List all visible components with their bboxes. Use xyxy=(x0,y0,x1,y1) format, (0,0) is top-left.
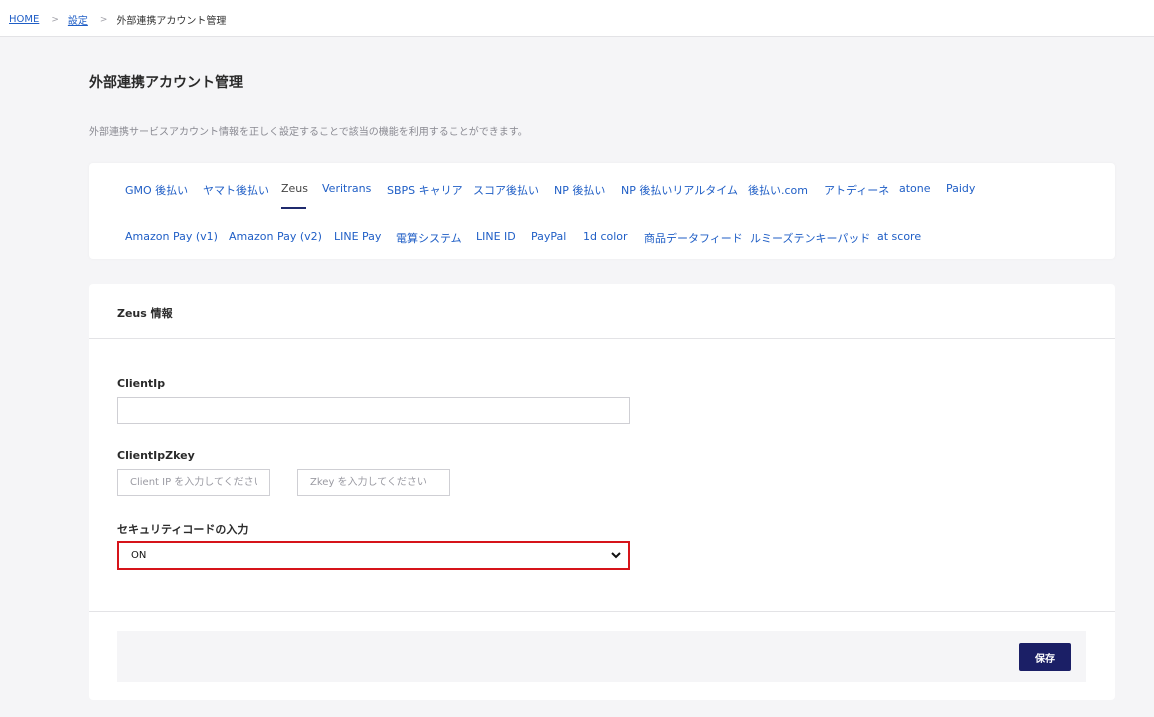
tab-np-atobarai[interactable]: NP 後払い xyxy=(554,182,605,198)
card-divider xyxy=(89,611,1115,612)
tab-at-score[interactable]: at score xyxy=(877,230,921,243)
client-ip-field[interactable] xyxy=(117,469,270,496)
security-code-select[interactable]: ON xyxy=(117,541,630,570)
service-tabs: GMO 後払い ヤマト後払い Zeus Veritrans SBPS キャリア … xyxy=(89,163,1115,259)
tab-gmo-atobarai[interactable]: GMO 後払い xyxy=(125,182,188,198)
tab-atone[interactable]: atone xyxy=(899,182,931,195)
tab-zeus[interactable]: Zeus xyxy=(281,182,308,195)
tab-yamato-atobarai[interactable]: ヤマト後払い xyxy=(203,182,269,198)
tab-densan-system[interactable]: 電算システム xyxy=(396,230,462,246)
tab-sbps-carrier[interactable]: SBPS キャリア xyxy=(387,182,463,198)
breadcrumb-home-link[interactable]: HOME xyxy=(9,14,39,25)
card-title: Zeus 情報 xyxy=(117,307,173,320)
page-description: 外部連携サービスアカウント情報を正しく設定することで該当の機能を利用することがで… xyxy=(89,127,528,138)
tab-paypal[interactable]: PayPal xyxy=(531,230,566,243)
breadcrumb-settings-link[interactable]: 設定 xyxy=(68,12,88,27)
tab-remise-tenkey-pad[interactable]: ルミーズテンキーパッド xyxy=(750,230,870,246)
tab-line-id[interactable]: LINE ID xyxy=(476,230,516,243)
security-code-label: セキュリティコードの入力 xyxy=(117,523,249,536)
save-button[interactable]: 保存 xyxy=(1019,643,1071,671)
tab-np-atobarai-realtime[interactable]: NP 後払いリアルタイム xyxy=(621,182,738,198)
tab-score-atobarai[interactable]: スコア後払い xyxy=(473,182,539,198)
breadcrumb-current: 外部連携アカウント管理 xyxy=(116,16,227,27)
tab-line-pay[interactable]: LINE Pay xyxy=(334,230,381,243)
tab-amazon-pay-v1[interactable]: Amazon Pay (v1) xyxy=(125,230,218,243)
top-bar: HOME > 設定 > 外部連携アカウント管理 xyxy=(0,0,1154,37)
security-code-selected-value: ON xyxy=(131,550,147,561)
breadcrumb-separator: > xyxy=(99,14,108,25)
zkey-field[interactable] xyxy=(297,469,450,496)
tab-paidy[interactable]: Paidy xyxy=(946,182,975,195)
breadcrumb-separator: > xyxy=(51,14,59,25)
tab-veritrans[interactable]: Veritrans xyxy=(322,182,371,195)
client-ip-label: ClientIp xyxy=(117,377,166,390)
tab-atodine[interactable]: アトディーネ xyxy=(824,182,889,198)
card-header: Zeus 情報 xyxy=(89,284,1115,339)
page-title: 外部連携アカウント管理 xyxy=(89,75,243,91)
active-tab-indicator xyxy=(281,207,306,209)
tab-product-data-feed[interactable]: 商品データフィード xyxy=(644,230,743,246)
client-ip-zkey-label: ClientIpZkey xyxy=(117,449,195,462)
zeus-settings-card: Zeus 情報 ClientIp ClientIpZkey セキュリティコードの… xyxy=(89,284,1115,700)
chevron-down-icon xyxy=(610,550,622,562)
tab-atobarai-com[interactable]: 後払い.com xyxy=(748,182,808,198)
tab-amazon-pay-v2[interactable]: Amazon Pay (v2) xyxy=(229,230,322,243)
breadcrumb: HOME > 設定 > 外部連携アカウント管理 xyxy=(9,12,226,27)
form-footer: 保存 xyxy=(117,631,1086,682)
client-ip-input[interactable] xyxy=(117,397,630,424)
tab-1d-color[interactable]: 1d color xyxy=(583,230,628,243)
